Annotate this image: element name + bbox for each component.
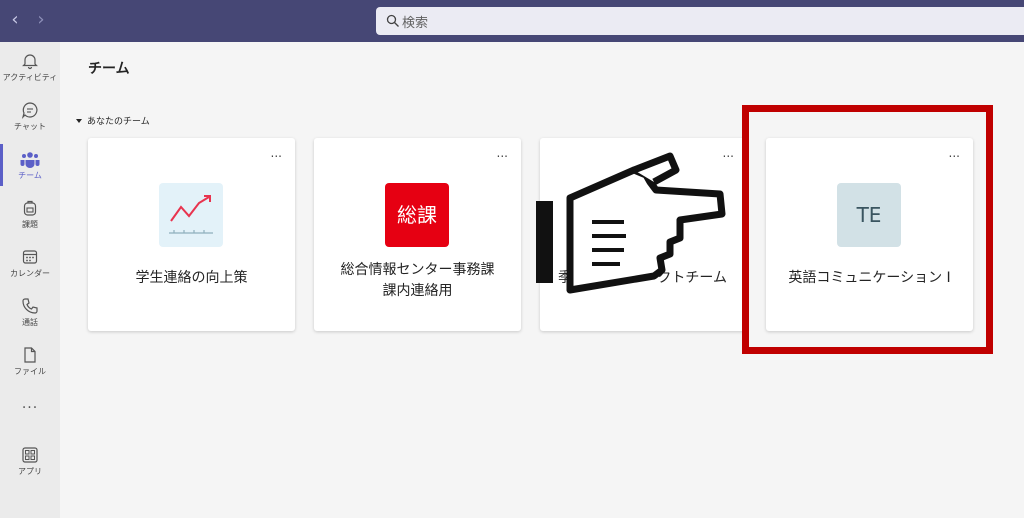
rail-label: アプリ [18, 467, 42, 476]
team-name-line: 課内連絡用 [382, 283, 453, 299]
apps-icon [22, 447, 38, 463]
backpack-icon [23, 200, 37, 216]
rail-item-apps[interactable]: アプリ [0, 442, 60, 486]
app-rail: アクティビティ チャット チーム 課題 カレンダー 通話 ファイル ... アプ… [0, 42, 60, 518]
caret-down-icon [76, 119, 82, 123]
team-card[interactable]: ... 総課 総合情報センター事務課 課内連絡用 [314, 138, 521, 331]
team-name: 学生連絡の向上策 [135, 270, 248, 286]
rail-label: カレンダー [10, 269, 50, 278]
more-options-button[interactable]: ... [497, 146, 508, 160]
rail-label: ファイル [14, 367, 46, 376]
calendar-icon [22, 250, 38, 264]
team-name: 総合情報センター事務課 課内連絡用 [322, 260, 513, 302]
rail-label: 通話 [22, 318, 38, 327]
team-avatar [159, 183, 223, 247]
team-avatar: 総課 [385, 183, 449, 247]
search-placeholder: 検索 [402, 16, 429, 31]
back-arrow-icon[interactable]: ‹ [6, 10, 24, 30]
rail-item-chat[interactable]: チャット [0, 97, 60, 141]
page-title: チーム [88, 61, 130, 77]
highlight-box [742, 105, 993, 354]
team-name-line: 総合情報センター事務課 [340, 262, 495, 278]
bell-icon [22, 54, 38, 70]
rail-item-teams[interactable]: チーム [0, 146, 60, 190]
forward-arrow-icon[interactable]: › [32, 10, 50, 30]
more-apps-button[interactable]: ... [0, 396, 60, 412]
rail-label: チーム [18, 171, 42, 180]
rail-label: アクティビティ [2, 73, 58, 82]
pointing-hand-icon [536, 152, 726, 294]
search-input[interactable]: 検索 [376, 7, 1024, 35]
rail-item-assignments[interactable]: 課題 [0, 195, 60, 239]
more-options-button[interactable]: ... [271, 146, 282, 160]
rail-label: チャット [14, 122, 46, 131]
title-bar: ‹ › 検索 [0, 0, 1024, 42]
file-icon [24, 347, 36, 363]
rail-item-calendar[interactable]: カレンダー [0, 244, 60, 288]
search-icon [386, 14, 399, 27]
rail-item-activity[interactable]: アクティビティ [0, 48, 60, 92]
rail-item-calls[interactable]: 通話 [0, 293, 60, 337]
team-card[interactable]: ... 学生連絡の向上策 [88, 138, 295, 331]
phone-icon [22, 298, 38, 314]
section-label: あなたのチーム [87, 117, 150, 127]
teams-icon [20, 152, 40, 168]
rail-label: 課題 [22, 220, 38, 229]
chat-icon [21, 102, 38, 119]
chart-icon [169, 195, 213, 234]
section-header-your-teams[interactable]: あなたのチーム [76, 114, 150, 127]
rail-item-files[interactable]: ファイル [0, 342, 60, 386]
